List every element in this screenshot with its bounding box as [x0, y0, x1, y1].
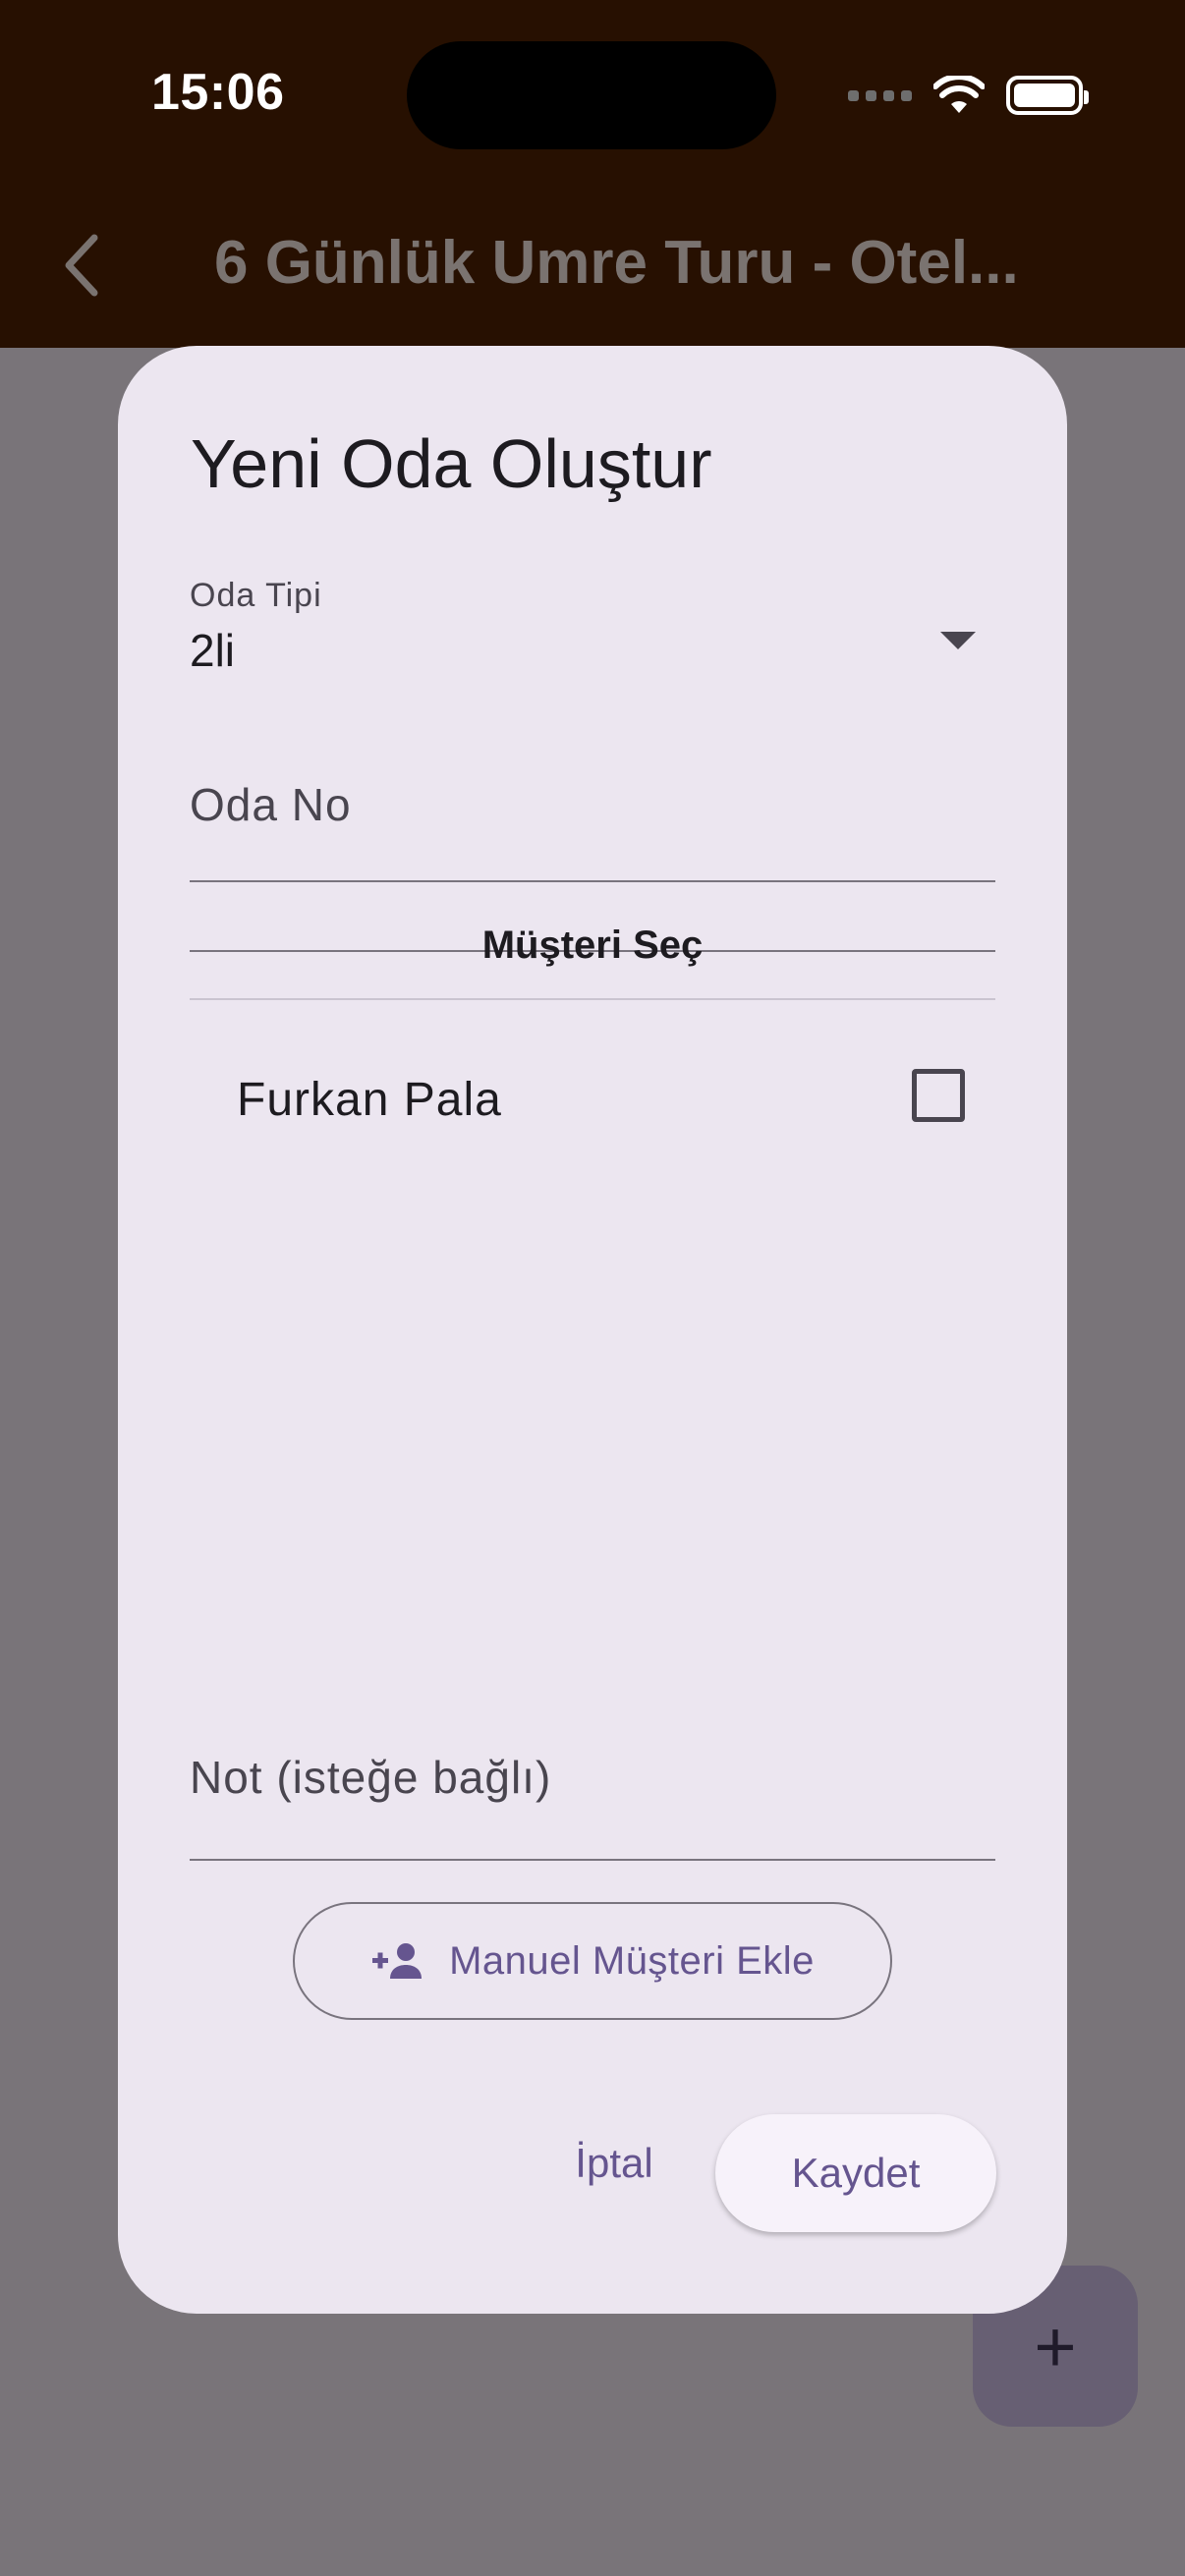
dynamic-island	[407, 41, 776, 149]
customers-section-header: Müşteri Seç	[481, 924, 704, 967]
wifi-icon	[933, 76, 985, 113]
cancel-button[interactable]: İptal	[531, 2114, 698, 2212]
status-icons	[848, 71, 1089, 120]
save-button[interactable]: Kaydet	[715, 2114, 996, 2232]
back-icon[interactable]	[57, 226, 106, 305]
room-type-value: 2li	[190, 625, 236, 676]
plus-icon: +	[1034, 2305, 1077, 2387]
status-time: 15:06	[151, 64, 285, 121]
app-bar: 15:06 6 Günlük Umre Turu - Otel...	[0, 0, 1185, 348]
screen: 15:06 6 Günlük Umre Turu - Otel... + Yen…	[0, 0, 1185, 2576]
note-placeholder: Not (isteğe bağlı)	[190, 1752, 552, 1803]
create-room-dialog: Yeni Oda Oluştur Oda Tipi 2li Oda No Müş…	[118, 346, 1067, 2314]
divider	[190, 998, 995, 1000]
page-title: 6 Günlük Umre Turu - Otel...	[214, 229, 1019, 297]
add-person-icon	[372, 1943, 423, 1979]
room-no-placeholder: Oda No	[190, 779, 352, 830]
cellular-signal-icon	[848, 89, 912, 101]
note-underline	[190, 1859, 995, 1861]
note-input[interactable]: Not (isteğe bağlı)	[190, 1751, 995, 1898]
battery-icon	[1006, 76, 1089, 115]
manual-add-customer-button[interactable]: Manuel Müşteri Ekle	[293, 1902, 892, 2020]
room-type-dropdown[interactable]: Oda Tipi 2li	[190, 577, 995, 952]
dialog-title: Yeni Oda Oluştur	[191, 425, 712, 502]
manual-add-label: Manuel Müşteri Ekle	[449, 1938, 815, 1983]
room-no-underline	[190, 880, 995, 882]
room-no-input[interactable]: Oda No	[190, 778, 995, 925]
room-type-label: Oda Tipi	[190, 577, 322, 614]
dropdown-arrow-icon	[940, 632, 976, 649]
customer-name: Furkan Pala	[237, 1074, 502, 1126]
customer-checkbox[interactable]	[912, 1069, 965, 1122]
customer-list-item[interactable]: Furkan Pala	[190, 1034, 995, 1157]
